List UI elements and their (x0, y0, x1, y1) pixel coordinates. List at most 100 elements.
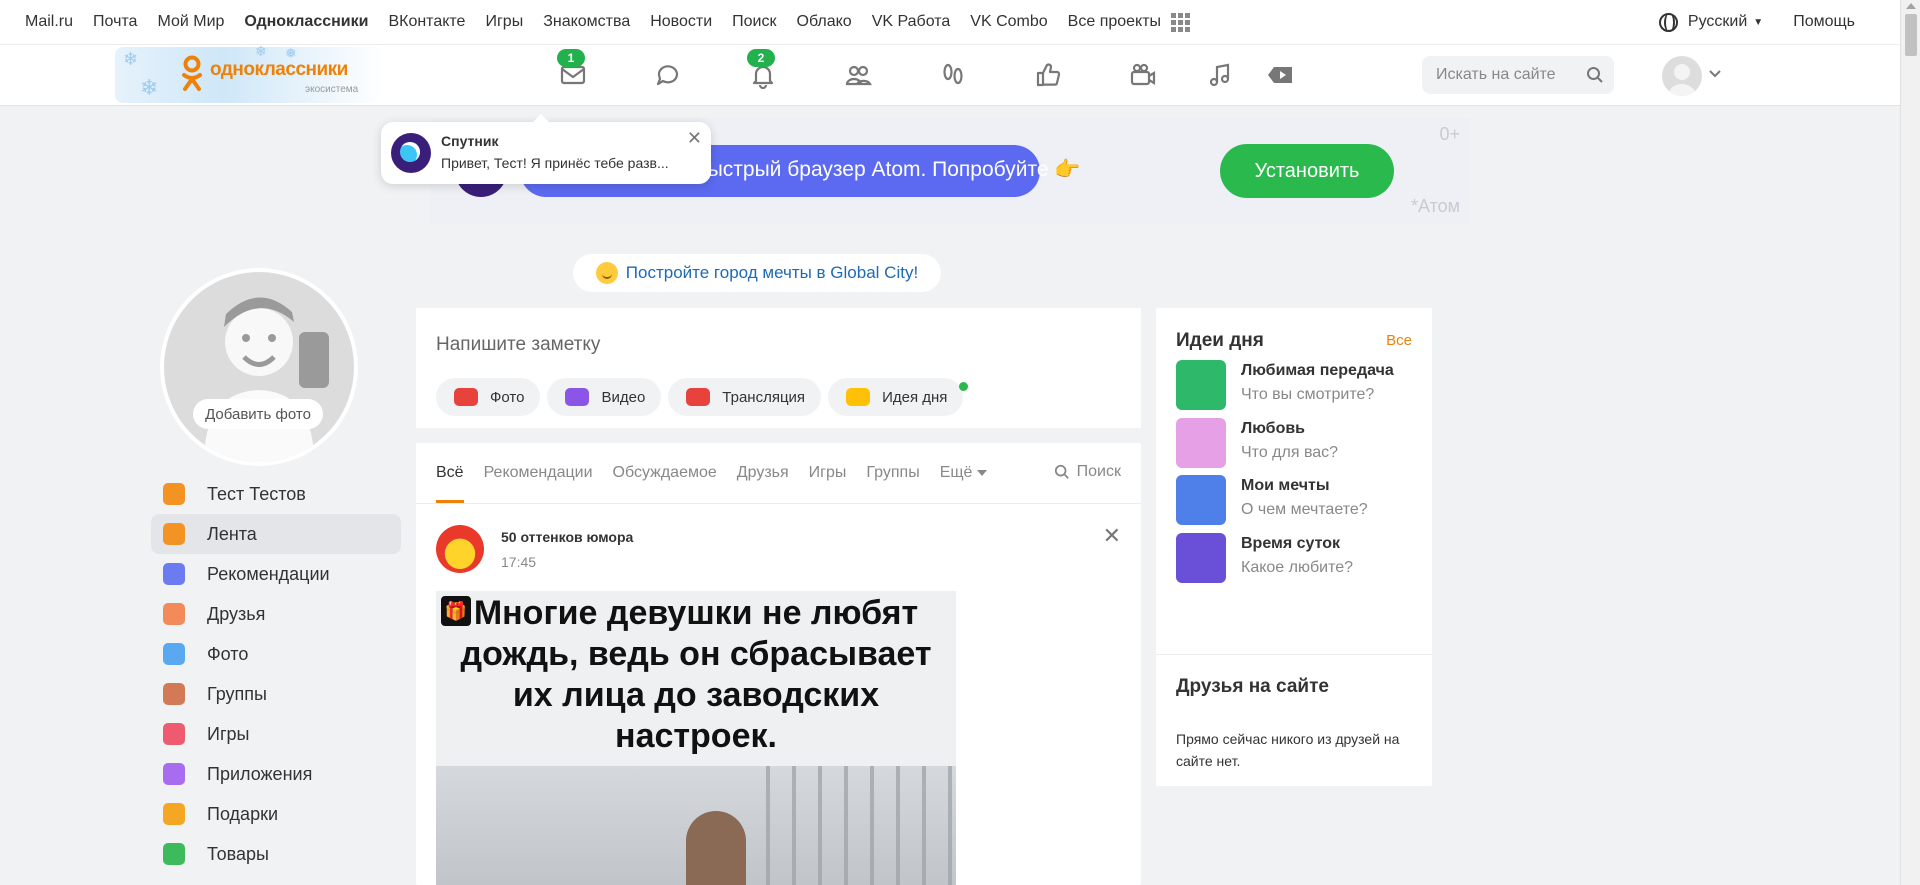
idea-title: Любимая передача (1241, 362, 1394, 379)
note-composer: Напишите заметку Фото Видео Трансляция Идея… (416, 308, 1141, 428)
portal-link[interactable]: Новости (650, 13, 712, 31)
nav-video-calls[interactable] (1095, 45, 1190, 105)
gift-icon[interactable]: 🎁 (441, 596, 471, 626)
sputnik-icon (391, 133, 431, 173)
scroll-up-icon[interactable] (1906, 3, 1916, 9)
idea-item[interactable]: Любовь Что для вас? (1176, 417, 1416, 468)
sidebar-item-label: Фото (207, 643, 249, 664)
note-placeholder[interactable]: Напишите заметку (436, 334, 600, 356)
feed-tab[interactable]: Группы (866, 443, 919, 503)
nav-notifications[interactable]: 2 (715, 45, 810, 105)
close-icon[interactable]: ✕ (1103, 523, 1121, 549)
idea-thumbnail (1176, 417, 1226, 468)
nav-guests[interactable] (905, 45, 1000, 105)
sidebar-item[interactable]: Лента (151, 514, 401, 554)
friends-online-title: Друзья на сайте (1176, 676, 1329, 697)
sidebar-item[interactable]: Товары (151, 834, 401, 874)
site-search (1422, 56, 1614, 94)
nav-friends[interactable] (810, 45, 905, 105)
profile-photo[interactable] (160, 268, 358, 466)
ok-logo[interactable]: ❄ ❄ ❄ ❅ одноклассники экосистема (115, 43, 385, 103)
idea-item[interactable]: Время суток Какое любите? (1176, 532, 1416, 583)
friends-icon (163, 603, 185, 625)
composer-action-button[interactable]: Идея дня (828, 378, 969, 416)
all-projects-grid-icon[interactable] (1171, 12, 1191, 32)
nav-music[interactable] (1190, 45, 1250, 105)
post-image[interactable]: Многие девушки не любят дождь, ведь он с… (436, 591, 956, 885)
portal-link[interactable]: Почта (93, 13, 137, 31)
search-icon[interactable] (1586, 66, 1604, 84)
sidebar-item[interactable]: Рекомендации (151, 554, 401, 594)
feed-tab[interactable]: Рекомендации (484, 443, 593, 503)
user-avatar[interactable] (1662, 56, 1702, 96)
sidebar-item[interactable]: Фото (151, 634, 401, 674)
idea-item[interactable]: Мои мечты О чем мечтаете? (1176, 475, 1416, 525)
composer-action-icon (565, 388, 590, 406)
feed-tab[interactable]: Всё (436, 443, 464, 503)
feed-tab[interactable]: Друзья (737, 443, 789, 503)
sidebar-item[interactable]: Тест Тестов (151, 474, 401, 514)
portal-link[interactable]: Знакомства (543, 13, 630, 31)
global-city-promo[interactable]: Постройте город мечты в Global City! (573, 254, 941, 292)
guests-icon (942, 63, 963, 85)
scrollbar-thumb[interactable] (1905, 14, 1917, 56)
nav-messages[interactable]: 1 (525, 45, 620, 105)
portal-link[interactable]: Мой Мир (157, 13, 224, 31)
feed-search[interactable]: Поиск (1054, 463, 1121, 481)
portal-link[interactable]: ВКонтакте (388, 13, 465, 31)
feed-tab-label: Рекомендации (483, 464, 593, 481)
portal-link[interactable]: Mail.ru (25, 13, 73, 31)
portal-link[interactable]: Облако (797, 13, 852, 31)
composer-action-label: Фото (490, 388, 525, 406)
ideas-all-link[interactable]: Все (1386, 332, 1412, 349)
nav-discussions[interactable] (620, 45, 715, 105)
idea-item[interactable]: Любимая передача Что вы смотрите? (1176, 360, 1416, 410)
portal-link[interactable]: VK Работа (872, 13, 951, 31)
sidebar-item[interactable]: Игры (151, 714, 401, 754)
discussions-icon (656, 65, 678, 86)
portal-link[interactable]: Поиск (732, 13, 776, 31)
sidebar-item[interactable]: Друзья (151, 594, 401, 634)
feed-tab-label: Всё (436, 464, 464, 481)
composer-action-button[interactable]: Фото (436, 378, 541, 416)
user-icon (163, 483, 185, 505)
idea-title: Любовь (1241, 419, 1306, 437)
feed-tab[interactable]: Игры (809, 443, 847, 503)
portal-link[interactable]: Одноклассники (244, 13, 368, 31)
feed-tab[interactable]: Ещё (940, 443, 988, 503)
feed-tab-label: Ещё (939, 464, 973, 481)
idea-subtitle: Что для вас? (1241, 443, 1339, 461)
add-photo-button[interactable]: Добавить фото (193, 399, 323, 429)
composer-action-icon (846, 388, 871, 406)
install-button[interactable]: Установить (1220, 144, 1394, 198)
feed-tab[interactable]: Обсуждаемое (613, 443, 717, 503)
portal-link[interactable]: VK Combo (970, 13, 1047, 31)
sidebar-item[interactable]: Группы (151, 674, 401, 714)
help-link[interactable]: Помощь (1793, 13, 1855, 31)
sidebar-item[interactable]: Приложения (151, 754, 401, 794)
idea-subtitle: О чем мечтаете? (1241, 501, 1368, 518)
post-author-avatar[interactable] (436, 525, 484, 573)
notification-toast[interactable]: Спутник Привет, Тест! Я принёс тебе разв… (381, 114, 711, 184)
scrollbar[interactable] (1900, 0, 1920, 885)
search-input[interactable] (1436, 66, 1586, 84)
sidebar-item[interactable]: Подарки (151, 794, 401, 834)
feed: Всё Рекомендации Обсуждаемое Друзья Игры Груп… (416, 443, 1141, 885)
portal-link[interactable]: Игры (485, 13, 523, 31)
composer-action-button[interactable]: Видео (547, 378, 662, 416)
nav-likes[interactable] (1000, 45, 1095, 105)
compass-icon (163, 563, 185, 585)
composer-action-button[interactable]: Трансляция (668, 378, 822, 416)
chevron-down-icon[interactable] (1708, 69, 1722, 79)
close-icon[interactable]: ✕ (687, 128, 702, 149)
language-selector[interactable]: Русский (1688, 13, 1747, 31)
video-play-icon (1268, 67, 1292, 83)
age-rating: 0+ (1439, 124, 1460, 144)
avatar-placeholder-icon (1668, 64, 1696, 96)
feed-icon (163, 523, 185, 545)
feed-tabs: Всё Рекомендации Обсуждаемое Друзья Игры Груп… (436, 443, 1007, 503)
post-author[interactable]: 50 оттенков юмора (501, 529, 633, 545)
nav-video[interactable] (1250, 45, 1310, 105)
portal-link[interactable]: Все проекты (1068, 13, 1161, 31)
divider (416, 503, 1141, 504)
